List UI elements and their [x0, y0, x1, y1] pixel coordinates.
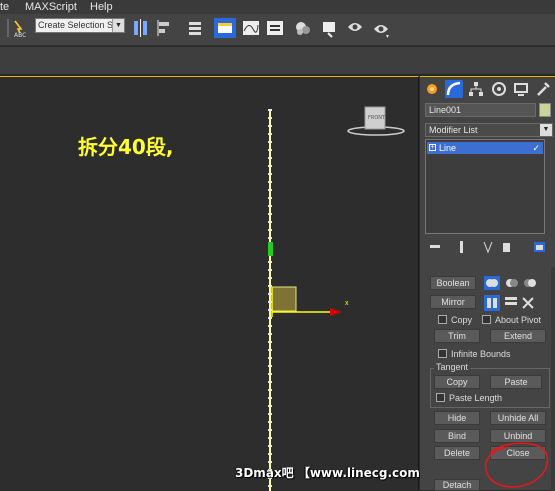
paste-length-checkbox[interactable]: Paste Length — [436, 392, 502, 404]
tangent-paste-button[interactable]: Paste — [490, 375, 542, 389]
object-color-swatch[interactable] — [539, 103, 551, 117]
scene-explorer-icon[interactable] — [213, 17, 237, 39]
first-vertex-marker — [268, 242, 273, 256]
menu-item-help[interactable]: Help — [90, 0, 113, 14]
configure-sets-icon[interactable] — [534, 242, 545, 252]
modifier-list-label: Modifier List — [429, 125, 478, 135]
panel-scrollbar[interactable] — [551, 267, 555, 491]
move-gizmo[interactable] — [271, 286, 342, 317]
align-icon[interactable] — [155, 17, 175, 39]
object-name-field[interactable]: Line001 — [425, 103, 536, 117]
command-panel: Line001 Modifier List ▼ + Line ✓ Boolean… — [420, 76, 555, 491]
boolean-button[interactable]: Boolean — [430, 276, 476, 290]
menu-item-edit[interactable]: te — [0, 0, 9, 14]
curve-editor-icon[interactable] — [241, 17, 261, 39]
mirror-icon[interactable] — [131, 17, 151, 39]
make-unique-icon[interactable] — [483, 241, 493, 254]
create-tab-icon[interactable] — [423, 80, 441, 98]
hide-button[interactable]: Hide — [434, 411, 480, 425]
mirror-both-icon[interactable] — [522, 297, 534, 309]
viewcube-face-label: FRONT — [368, 115, 386, 121]
main-toolbar: ABC Create Selection Se ▼ — [0, 14, 555, 46]
extend-button[interactable]: Extend — [490, 329, 546, 343]
menu-bar: te MAXScript Help — [0, 0, 555, 14]
render-production-icon[interactable] — [371, 17, 391, 39]
material-editor-icon[interactable] — [293, 17, 313, 39]
schematic-view-icon[interactable] — [265, 17, 285, 39]
trim-button[interactable]: Trim — [434, 329, 480, 343]
layer-manager-icon[interactable] — [185, 17, 205, 39]
display-tab-icon[interactable] — [512, 80, 530, 98]
tangent-copy-button[interactable]: Copy — [434, 375, 480, 389]
modify-tab-icon[interactable] — [445, 80, 463, 98]
delete-button[interactable]: Delete — [434, 446, 480, 460]
mirror-horizontal-icon[interactable] — [484, 295, 500, 311]
named-selection-set-input[interactable]: Create Selection Se ▼ — [35, 18, 125, 33]
viewcube[interactable] — [347, 106, 405, 136]
x-axis-label: x — [345, 300, 349, 307]
check-icon: ✓ — [532, 143, 540, 153]
mirror-button[interactable]: Mirror — [430, 295, 476, 309]
chevron-down-icon[interactable]: ▼ — [540, 124, 552, 136]
boolean-operation-icons — [484, 276, 536, 290]
mirror-vertical-icon[interactable] — [505, 297, 517, 300]
edit-named-selection-icon[interactable]: ABC — [11, 17, 31, 39]
copy-checkbox[interactable]: Copy — [438, 314, 472, 326]
motion-tab-icon[interactable] — [490, 80, 508, 98]
remove-modifier-icon[interactable] — [503, 243, 510, 252]
pin-stack-icon[interactable] — [430, 245, 440, 248]
ribbon-strip — [0, 47, 555, 75]
show-end-result-icon[interactable] — [460, 241, 463, 253]
highlight-circle-annotation — [484, 442, 549, 488]
render-setup-icon[interactable] — [320, 17, 340, 39]
front-viewport[interactable]: 拆分40段, FRONT x 3Dmax吧 【www.linecg.com/ti… — [0, 76, 509, 491]
render-frame-window-icon[interactable] — [345, 17, 365, 39]
utilities-tab-icon[interactable] — [534, 80, 552, 98]
expand-icon[interactable]: + — [429, 144, 436, 151]
viewport-canvas — [268, 106, 405, 491]
modifier-stack[interactable]: + Line ✓ — [425, 139, 545, 234]
menu-item-maxscript[interactable]: MAXScript — [25, 0, 77, 14]
stack-item-line[interactable]: + Line ✓ — [427, 142, 543, 154]
hierarchy-tab-icon[interactable] — [467, 80, 485, 98]
bind-button[interactable]: Bind — [434, 429, 480, 443]
svg-text:ABC: ABC — [14, 32, 26, 39]
stack-item-label: Line — [439, 143, 457, 153]
unhide-all-button[interactable]: Unhide All — [490, 411, 546, 425]
about-pivot-checkbox[interactable]: About Pivot — [482, 314, 541, 326]
tangent-group-label: Tangent — [434, 362, 471, 372]
modifier-list-dropdown[interactable]: Modifier List ▼ — [425, 123, 553, 137]
mirror-type-icons — [484, 295, 534, 311]
stack-tools — [430, 241, 545, 254]
chevron-down-icon[interactable]: ▼ — [112, 19, 124, 32]
detach-button[interactable]: Detach — [434, 479, 480, 491]
infinite-bounds-checkbox[interactable]: Infinite Bounds — [438, 348, 511, 360]
